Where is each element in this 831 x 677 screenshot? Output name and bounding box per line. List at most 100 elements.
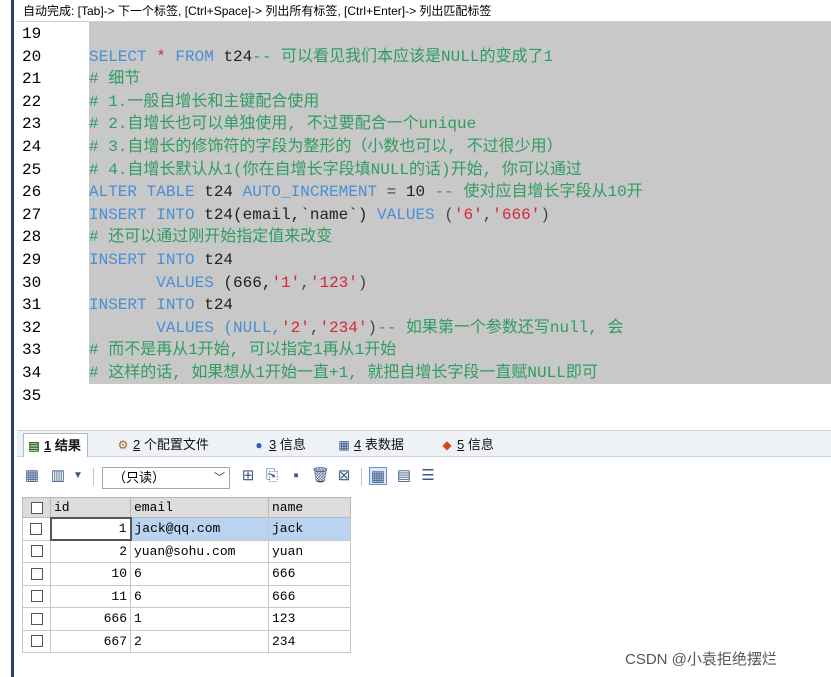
checkbox-icon [30, 522, 43, 535]
tab-info-2[interactable]: ◆ 5 信息 [437, 433, 494, 457]
code-line[interactable]: # 细节 [89, 68, 141, 91]
tab-profiles[interactable]: ⚙ 2 个配置文件 [113, 433, 209, 457]
code-token: (NULL, [223, 318, 282, 337]
code-token: AUTO_INCREMENT [242, 183, 387, 202]
info-icon: ● [255, 438, 263, 452]
code-line[interactable]: ALTER TABLE t24 AUTO_INCREMENT = 10 -- 使… [89, 181, 643, 204]
cell-email[interactable]: 6 [130, 562, 269, 586]
view-mode-dropdown-icon[interactable]: ▼ [69, 467, 87, 485]
table-row[interactable]: 11 6 666 [22, 584, 351, 608]
cell-name[interactable]: 666 [268, 562, 351, 586]
code-token: '234' [319, 318, 368, 337]
cell-email[interactable]: 2 [130, 629, 269, 653]
code-token: = [386, 183, 406, 202]
code-token: ) [357, 273, 368, 292]
code-line[interactable]: INSERT INTO t24 [89, 249, 234, 272]
result-table-icon: ▤ [28, 439, 40, 453]
table-data-icon: ▦ [338, 438, 350, 452]
select-all-checkbox[interactable] [22, 497, 51, 518]
table-row[interactable]: 667 2 234 [22, 629, 351, 653]
column-header-name[interactable]: name [268, 497, 351, 518]
column-header-id[interactable]: id [50, 497, 131, 518]
tab-info[interactable]: ● 3 信息 [249, 433, 306, 457]
row-checkbox[interactable] [22, 584, 51, 608]
code-line[interactable]: # 还可以通过刚开始指定值来改变 [89, 226, 333, 249]
cell-email[interactable]: yuan@sohu.com [130, 539, 269, 563]
cell-name[interactable]: jack [268, 517, 351, 541]
form-view-icon[interactable]: ▤ [395, 467, 413, 485]
cell-id[interactable]: 11 [50, 584, 131, 608]
code-line[interactable]: # 而不是再从1开始, 可以指定1再从1开始 [89, 339, 397, 362]
column-header-email[interactable]: email [130, 497, 269, 518]
tab-label: 信息 [467, 437, 494, 452]
code-line[interactable]: # 1.一般自增长和主键配合使用 [89, 91, 320, 114]
tab-number: 5 [457, 437, 465, 452]
row-checkbox[interactable] [22, 517, 51, 541]
cell-name[interactable]: 123 [268, 607, 351, 631]
checkbox-icon [30, 545, 43, 558]
cell-id[interactable]: 1 [49, 516, 132, 541]
cell-email[interactable]: 1 [130, 607, 269, 631]
line-number: 22 [22, 92, 42, 111]
code-token: FROM [175, 47, 224, 66]
code-token: # 3.自增长的修饰符的字段为整形的（小数也可以, 不过很少用） [89, 138, 563, 156]
cell-name[interactable]: 666 [268, 584, 351, 608]
tab-table-data[interactable]: ▦ 4 表数据 [334, 433, 404, 457]
table-row[interactable]: 10 6 666 [22, 562, 351, 586]
readonly-select[interactable]: （只读） ﹀ [102, 467, 230, 489]
checkbox-icon [30, 590, 43, 603]
export-grid-icon[interactable]: ▦ [23, 467, 41, 485]
cell-id[interactable]: 667 [50, 629, 131, 653]
line-number: 25 [22, 160, 42, 179]
tab-results[interactable]: ▤ 1 结果 [23, 433, 88, 457]
save-icon[interactable]: ▪ [287, 467, 305, 485]
cell-name[interactable]: 234 [268, 629, 351, 653]
row-checkbox[interactable] [22, 539, 51, 563]
table-row[interactable]: 1 jack@qq.com jack [22, 516, 351, 541]
code-line[interactable]: # 4.自增长默认从1(你在自增长字段填NULL的话)开始, 你可以通过 [89, 159, 582, 182]
line-number: 27 [22, 205, 42, 224]
text-view-icon[interactable]: ☰ [419, 467, 437, 485]
cell-id[interactable]: 666 [50, 607, 131, 631]
code-token: t24 [204, 296, 234, 315]
code-token: '6' [453, 205, 483, 224]
profile-icon: ⚙ [117, 438, 129, 452]
code-line[interactable]: # 3.自增长的修饰符的字段为整形的（小数也可以, 不过很少用） [89, 136, 563, 159]
row-checkbox[interactable] [22, 562, 51, 586]
row-checkbox[interactable] [22, 629, 51, 653]
code-line[interactable]: # 这样的话, 如果想从1开始一直+1, 就把自增长字段一直赋NULL即可 [89, 362, 598, 385]
grid-view-icon[interactable]: ▦ [369, 467, 387, 485]
left-frame-edge [0, 0, 14, 677]
code-line[interactable]: VALUES (666,'1','123') [89, 272, 368, 295]
info-colored-icon: ◆ [442, 438, 452, 452]
delete-icon[interactable]: 🗑 [311, 467, 330, 485]
line-number: 32 [22, 318, 42, 337]
code-token: # 这样的话, 如果想从1开始一直+1, 就把自增长字段一直赋NULL即可 [89, 364, 598, 382]
discard-icon[interactable]: ⊠ [335, 467, 353, 485]
cell-id[interactable]: 2 [50, 539, 131, 563]
result-grid[interactable]: id email name 1 jack@qq.com jack 2 yuan@sohu… [22, 497, 351, 653]
duplicate-row-icon[interactable]: ⎘ [263, 467, 281, 485]
code-line[interactable]: INSERT INTO t24(email,`name`) VALUES ('6… [89, 204, 550, 227]
line-number: 24 [22, 138, 42, 156]
table-row[interactable]: 2 yuan@sohu.com yuan [22, 539, 351, 563]
code-line[interactable]: SELECT * FROM t24-- 可以看见我们本应该是NULL的变成了1 [89, 46, 554, 69]
line-number: 34 [22, 364, 42, 382]
insert-row-icon[interactable]: ⊞ [239, 467, 257, 485]
code-line[interactable]: # 2.自增长也可以单独使用, 不过要配合一个unique [89, 113, 477, 136]
table-row[interactable]: 666 1 123 [22, 607, 351, 631]
code-token: '1' [271, 273, 301, 292]
cell-name[interactable]: yuan [268, 539, 351, 563]
row-checkbox[interactable] [22, 607, 51, 631]
cell-email[interactable]: jack@qq.com [130, 517, 269, 541]
line-number-gutter: 19 20 21 22 23 24 25 26 27 28 29 30 31 32 33 34 35 [17, 22, 87, 426]
code-line[interactable]: INSERT INTO t24 [89, 294, 234, 317]
code-token: , [309, 318, 320, 337]
cell-id[interactable]: 10 [50, 562, 131, 586]
cell-email[interactable]: 6 [130, 584, 269, 608]
code-token: , [300, 273, 310, 292]
view-mode-icon[interactable]: ▥ [49, 467, 67, 485]
sql-editor[interactable]: 19 20 21 22 23 24 25 26 27 28 29 30 31 32 33 34 35 SELEC… [17, 22, 831, 426]
line-number: 31 [22, 296, 42, 315]
code-line[interactable]: VALUES (NULL,'2','234')-- 如果第一个参数还写null,… [89, 317, 624, 340]
